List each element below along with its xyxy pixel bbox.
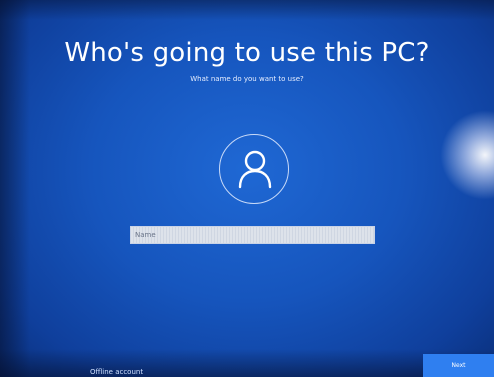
next-button[interactable]: Next — [423, 354, 494, 377]
offline-account-link[interactable]: Offline account — [90, 368, 143, 376]
page-subtitle: What name do you want to use? — [190, 75, 304, 83]
name-input[interactable] — [130, 226, 375, 244]
person-icon — [238, 150, 272, 189]
oobe-screen: Who's going to use this PC? What name do… — [0, 0, 494, 377]
user-avatar — [219, 134, 289, 204]
page-title: Who's going to use this PC? — [64, 38, 430, 68]
screen-glare — [440, 110, 494, 200]
